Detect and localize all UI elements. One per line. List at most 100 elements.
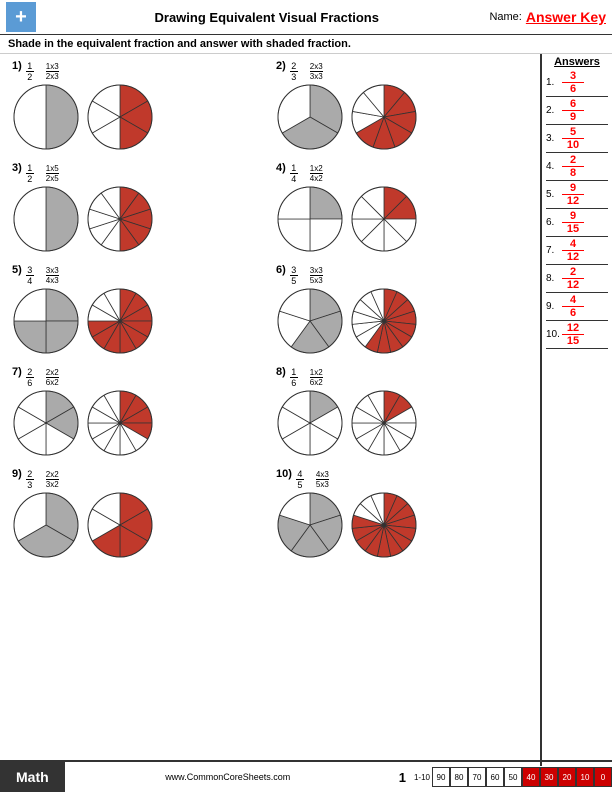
problem-header: 2) 2 3 2x3 3x3 [276,60,528,82]
mult-fraction: 2x2 3x2 [46,470,59,489]
original-fraction: 2 3 [290,61,298,82]
mult-fraction: 3x3 5x3 [310,266,323,285]
answer-item: 4. 2 8 [546,154,608,181]
score-box: 90 [432,767,450,787]
answer-number: 8. [546,273,562,284]
score-box: 20 [558,767,576,787]
problem-header: 10) 4 5 4x3 5x3 [276,468,528,490]
problem-item: 4) 1 4 1x2 4x2 [272,160,532,258]
equivalent-circle [86,491,154,562]
original-fraction: 2 6 [26,367,34,388]
problem-number: 9) [12,468,22,480]
problem-number: 4) [276,162,286,174]
answer-item: 7. 4 12 [546,238,608,265]
circles-row [276,185,528,256]
problem-item: 3) 1 2 1x5 2x5 [8,160,268,258]
original-circle [12,83,80,154]
original-fraction: 3 4 [26,265,34,286]
score-box: 40 [522,767,540,787]
problem-item: 9) 2 3 2x2 3x2 [8,466,268,564]
instructions: Shade in the equivalent fraction and ans… [0,35,612,54]
problem-item: 1) 1 2 1x3 2x3 [8,58,268,156]
score-label: 1-10 [414,773,430,782]
mult-fraction: 1x3 2x3 [46,62,59,81]
answer-fraction: 4 6 [562,294,584,319]
answer-item: 9. 4 6 [546,294,608,321]
original-circle [12,287,80,358]
score-box: 70 [468,767,486,787]
footer: Math www.CommonCoreSheets.com 1 1-10 908… [0,760,612,792]
problem-item: 2) 2 3 2x3 3x3 [272,58,532,156]
answer-fraction: 5 10 [562,126,584,151]
score-box: 60 [486,767,504,787]
score-box: 50 [504,767,522,787]
mult-fraction: 2x2 6x2 [46,368,59,387]
circles-row [276,389,528,460]
problem-number: 1) [12,60,22,72]
main-content: 1) 1 2 1x3 2x3 2) 2 3 2x3 3x3 [0,54,612,766]
answer-fraction: 2 8 [562,154,584,179]
answer-number: 6. [546,217,562,228]
equivalent-circle [350,491,418,562]
header-icon [6,2,36,32]
original-circle [276,491,344,562]
answer-item: 3. 5 10 [546,126,608,153]
answer-fraction: 9 12 [562,182,584,207]
answer-number: 9. [546,301,562,312]
problem-header: 5) 3 4 3x3 4x3 [12,264,264,286]
answer-item: 1. 3 6 [546,70,608,97]
original-circle [276,389,344,460]
equivalent-circle [350,389,418,460]
circles-row [276,83,528,154]
answer-key-label: Answer Key [526,9,606,25]
equivalent-circle [86,389,154,460]
circles-row [12,185,264,256]
answer-item: 8. 2 12 [546,266,608,293]
answer-fraction: 2 12 [562,266,584,291]
problem-header: 3) 1 2 1x5 2x5 [12,162,264,184]
footer-math-label: Math [0,762,65,792]
original-fraction: 1 4 [290,163,298,184]
circles-row [12,287,264,358]
problem-header: 6) 3 5 3x3 5x3 [276,264,528,286]
original-fraction: 1 6 [290,367,298,388]
circles-row [12,389,264,460]
problems-area: 1) 1 2 1x3 2x3 2) 2 3 2x3 3x3 [0,54,540,766]
answer-column: Answers 1. 3 6 2. 6 9 3. 5 10 4. 2 8 5. … [540,54,612,766]
score-box: 0 [594,767,612,787]
mult-fraction: 1x2 4x2 [310,164,323,183]
original-fraction: 1 2 [26,163,34,184]
equivalent-circle [350,185,418,256]
answer-item: 5. 9 12 [546,182,608,209]
name-label: Name: [489,11,521,23]
original-circle [12,185,80,256]
circles-row [12,491,264,562]
original-fraction: 3 5 [290,265,298,286]
page-number: 1 [399,770,406,785]
answer-item: 6. 9 15 [546,210,608,237]
footer-center: www.CommonCoreSheets.com [65,772,391,782]
score-box: 80 [450,767,468,787]
equivalent-circle [350,287,418,358]
answer-number: 5. [546,189,562,200]
original-circle [12,491,80,562]
original-circle [12,389,80,460]
answer-number: 4. [546,161,562,172]
mult-fraction: 2x3 3x3 [310,62,323,81]
answer-number: 2. [546,105,562,116]
original-circle [276,185,344,256]
problem-number: 8) [276,366,286,378]
answer-item: 2. 6 9 [546,98,608,125]
page-title: Drawing Equivalent Visual Fractions [44,10,489,25]
problem-header: 4) 1 4 1x2 4x2 [276,162,528,184]
problem-number: 5) [12,264,22,276]
original-fraction: 2 3 [26,469,34,490]
problem-number: 6) [276,264,286,276]
problem-item: 6) 3 5 3x3 5x3 [272,262,532,360]
equivalent-circle [86,185,154,256]
equivalent-circle [86,287,154,358]
original-circle [276,287,344,358]
problem-header: 1) 1 2 1x3 2x3 [12,60,264,82]
score-boxes: 1-10 9080706050403020100 [414,767,612,787]
problem-number: 2) [276,60,286,72]
